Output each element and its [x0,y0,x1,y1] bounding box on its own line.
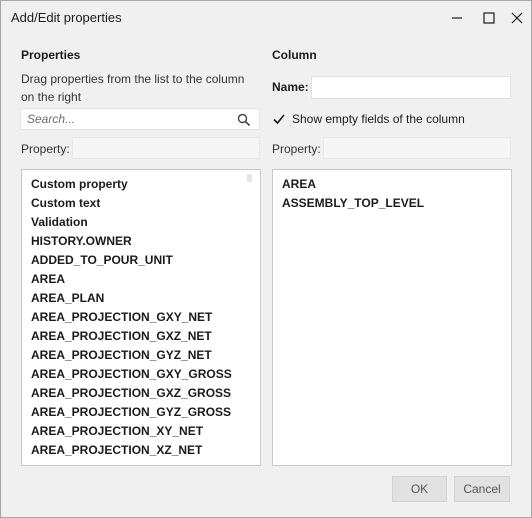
minimize-button[interactable] [441,1,473,34]
name-field[interactable] [311,76,511,99]
minimize-icon [452,16,462,19]
list-item[interactable]: Custom text [22,194,260,213]
cancel-button[interactable]: Cancel [454,476,510,502]
maximize-icon [483,11,495,24]
right-property-label: Property: [272,142,321,156]
search-box[interactable] [20,108,260,130]
list-item[interactable]: ADDED_TO_POUR_UNIT [22,251,260,270]
list-item[interactable]: AREA_PROJECTION_GXZ_GROSS [22,384,260,403]
list-item[interactable]: AREA_PROJECTION_XZ_NET [22,441,260,460]
search-icon[interactable] [237,113,251,127]
left-property-label: Property: [21,142,70,156]
search-input[interactable] [21,109,243,129]
list-item[interactable]: AREA [273,175,511,194]
show-empty-fields-label: Show empty fields of the column [292,112,465,126]
column-heading: Column [272,48,317,62]
show-empty-fields-row[interactable]: Show empty fields of the column [272,112,465,126]
list-item[interactable]: Custom property [22,175,260,194]
checkmark-icon [273,114,285,125]
list-item[interactable]: AREA_PROJECTION_GXZ_NET [22,327,260,346]
list-item[interactable]: AREA_PROJECTION_XY_NET [22,422,260,441]
scrollbar-thumb[interactable] [247,174,252,182]
drag-hint: Drag properties from the list to the col… [21,72,245,104]
close-icon [511,12,523,23]
window-title: Add/Edit properties [11,10,122,25]
list-item[interactable]: AREA [22,270,260,289]
name-label: Name: [272,80,309,94]
properties-list[interactable]: Custom property Custom text Validation HIST… [21,169,261,466]
dialog-content: Properties Drag properties from the list… [1,34,531,517]
left-property-field [72,137,260,159]
list-item[interactable]: ASSEMBLY_TOP_LEVEL [273,194,511,213]
list-item[interactable]: Validation [22,213,260,232]
properties-heading: Properties [21,48,81,62]
column-list[interactable]: AREA ASSEMBLY_TOP_LEVEL [272,169,512,466]
title-bar[interactable]: Add/Edit properties [1,1,531,34]
list-item[interactable]: AREA_PROJECTION_GYZ_GROSS [22,403,260,422]
show-empty-fields-checkbox[interactable] [272,112,286,126]
right-property-field [323,137,511,159]
list-item[interactable]: AREA_PROJECTION_GXY_NET [22,308,260,327]
list-item[interactable]: AREA_PLAN [22,289,260,308]
list-item[interactable]: AREA_PROJECTION_GYZ_NET [22,346,260,365]
close-button[interactable] [501,1,532,34]
list-item[interactable]: HISTORY.OWNER [22,232,260,251]
add-edit-properties-dialog: Add/Edit properties Properties Drag prop… [0,0,532,518]
list-item[interactable]: AREA_PROJECTION_GXY_GROSS [22,365,260,384]
ok-button[interactable]: OK [392,476,447,502]
